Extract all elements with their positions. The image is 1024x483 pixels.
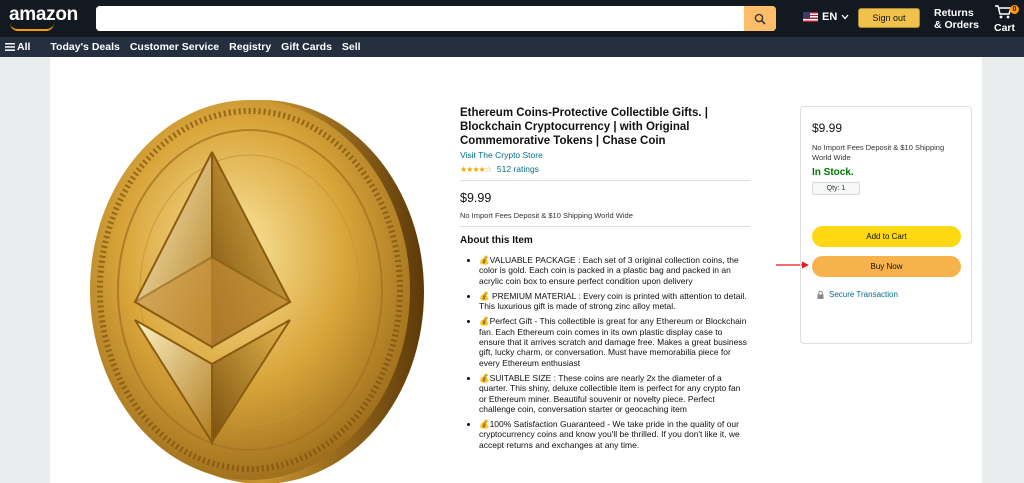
feature-bullet: 💰 PREMIUM MATERIAL : Every coin is print… xyxy=(479,291,750,312)
nav-registry[interactable]: Registry xyxy=(229,41,271,53)
about-heading: About this Item xyxy=(460,235,533,246)
sign-out-button[interactable]: Sign out xyxy=(858,8,920,28)
language-selector[interactable]: EN xyxy=(803,11,849,23)
product-details: Ethereum Coins-Protective Collectible Gi… xyxy=(460,106,750,455)
top-nav-bar: amazon EN Sign out Returns & Orders 0 Ca… xyxy=(0,0,1024,37)
feature-bullet: 💰Perfect Gift - This collectible is grea… xyxy=(479,316,750,367)
buy-now-button[interactable]: Buy Now xyxy=(812,256,961,277)
nav-customer-service[interactable]: Customer Service xyxy=(130,41,219,53)
us-flag-icon xyxy=(803,12,818,22)
product-price: $9.99 xyxy=(460,191,492,205)
cart-link[interactable]: 0 Cart xyxy=(994,5,1019,34)
secure-transaction-label: Secure Transaction xyxy=(829,290,898,299)
lock-icon xyxy=(817,290,824,299)
add-to-cart-button[interactable]: Add to Cart xyxy=(812,226,961,247)
buybox-price: $9.99 xyxy=(812,121,843,135)
cart-label: Cart xyxy=(994,22,1016,34)
chevron-down-icon xyxy=(841,14,849,20)
returns-label: Returns xyxy=(934,7,974,19)
divider xyxy=(460,226,750,227)
feature-bullet: 💰VALUABLE PACKAGE : Each set of 3 origin… xyxy=(479,255,750,286)
orders-label: & Orders xyxy=(934,19,979,31)
star-rating-icon[interactable]: ★★★★☆ xyxy=(460,165,492,174)
product-page: Ethereum Coins-Protective Collectible Gi… xyxy=(50,57,982,483)
nav-todays-deals[interactable]: Today's Deals xyxy=(50,41,119,53)
divider xyxy=(460,180,750,181)
product-title: Ethereum Coins-Protective Collectible Gi… xyxy=(460,107,708,147)
nav-gift-cards[interactable]: Gift Cards xyxy=(281,41,332,53)
search-icon xyxy=(754,13,766,25)
store-link[interactable]: Visit The Crypto Store xyxy=(460,150,750,160)
search-input[interactable] xyxy=(96,6,744,31)
nav-sell[interactable]: Sell xyxy=(342,41,361,53)
language-label: EN xyxy=(822,11,838,23)
quantity-select[interactable]: Qty: 1 xyxy=(812,182,860,195)
logo-smile-icon xyxy=(10,23,54,31)
all-menu-label: All xyxy=(17,41,31,53)
feature-bullet: 💰100% Satisfaction Guaranteed - We take … xyxy=(479,419,750,450)
hamburger-icon xyxy=(5,43,15,51)
buybox-fees: No Import Fees Deposit & $10 Shipping Wo… xyxy=(812,143,945,162)
ethereum-coin-image[interactable] xyxy=(50,92,440,483)
shipping-fees-text: No Import Fees Deposit & $10 Shipping Wo… xyxy=(460,211,633,220)
feature-bullet: 💰SUITABLE SIZE : These coins are nearly … xyxy=(479,373,750,414)
search-bar xyxy=(96,6,776,31)
all-menu-button[interactable]: All xyxy=(5,41,40,53)
cart-count-badge: 0 xyxy=(1010,5,1019,14)
stock-status: In Stock. xyxy=(812,167,854,178)
rating-row: ★★★★☆ 512 ratings xyxy=(460,164,750,174)
secure-transaction-link[interactable]: Secure Transaction xyxy=(817,290,898,299)
ratings-count-link[interactable]: 512 ratings xyxy=(497,164,539,174)
feature-bullets: 💰VALUABLE PACKAGE : Each set of 3 origin… xyxy=(460,255,750,450)
returns-orders-link[interactable]: Returns & Orders xyxy=(934,7,979,31)
buy-box: $9.99 No Import Fees Deposit & $10 Shipp… xyxy=(800,106,972,344)
sub-nav-bar: All Today's Deals Customer Service Regis… xyxy=(0,37,1024,57)
search-button[interactable] xyxy=(744,6,776,31)
